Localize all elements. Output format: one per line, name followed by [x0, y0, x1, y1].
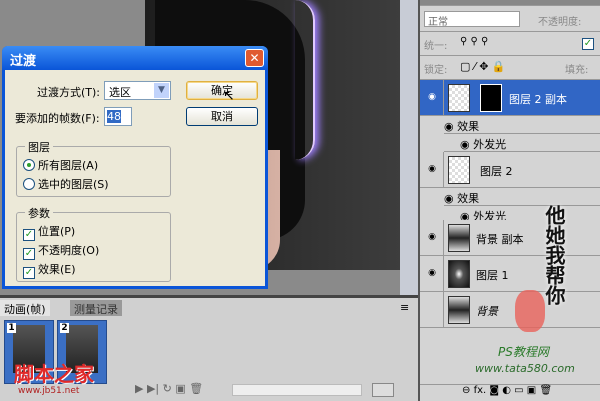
layer-name: 背景 副本 — [476, 233, 524, 246]
fill-label: 填充: — [565, 65, 589, 76]
propagate-checkbox[interactable]: ✓ — [582, 38, 594, 50]
layer-mask-thumbnail — [480, 84, 502, 112]
eye-icon[interactable]: ◉ — [444, 192, 457, 205]
unify-icons[interactable]: ⚲ ⚲ ⚲ — [460, 36, 488, 47]
group-title: 图层 — [25, 139, 53, 155]
canvas-scrollbar[interactable] — [400, 0, 418, 295]
eye-icon[interactable]: ◉ — [460, 138, 473, 151]
watermark-site: PS教程网 — [498, 345, 549, 359]
frames-scrollbar[interactable] — [232, 384, 362, 396]
close-icon[interactable]: ✕ — [245, 49, 264, 67]
watermark-jb51: 脚本之家 — [14, 362, 94, 386]
layer-name: 图层 2 副本 — [509, 93, 567, 106]
checkbox-opacity[interactable]: ✓ 不透明度(O) — [23, 242, 99, 260]
layer-thumbnail — [448, 260, 470, 288]
new-layer-icon[interactable]: ▣ — [527, 385, 540, 396]
radio-selected-layers[interactable]: 选中的图层(S) — [23, 176, 109, 192]
cancel-button[interactable]: 取消 — [186, 107, 258, 126]
blend-mode-select[interactable]: 正常 — [424, 11, 520, 28]
frames-to-add-label: 要添加的帧数(F): — [15, 112, 100, 125]
mask-icon[interactable]: ◙ — [489, 385, 502, 396]
effects-row[interactable]: ◉ 效果 — [444, 188, 600, 206]
blend-row: 正常 不透明度: — [420, 6, 600, 32]
eye-icon[interactable]: ◉ — [426, 92, 438, 102]
layer-thumbnail — [448, 156, 470, 184]
layer-row[interactable]: ◉ 图层 1 — [420, 256, 600, 292]
effects-row[interactable]: ◉ 效果 — [444, 116, 600, 134]
layers-panel: 正常 不透明度: 统一: ⚲ ⚲ ⚲ ✓ 锁定: ▢ ⁄ ✥ 🔒 填充: ◉ 图… — [418, 0, 600, 401]
layer-thumbnail — [448, 224, 470, 252]
panel-menu-icon[interactable]: ≡ — [400, 301, 409, 314]
layer-row[interactable]: ◉ 图层 2 — [420, 152, 600, 188]
dialog-titlebar: 过渡 ✕ — [2, 46, 268, 70]
frames-to-add-input[interactable]: 48 — [104, 107, 132, 126]
eye-icon[interactable]: ◉ — [426, 232, 438, 242]
watermark-handwriting: 他她我帮你 — [542, 205, 566, 305]
group-title: 参数 — [25, 205, 53, 221]
lock-label: 锁定: — [424, 65, 448, 76]
layer-name: 图层 2 — [480, 165, 513, 178]
eye-icon[interactable]: ◉ — [426, 268, 438, 278]
eye-icon[interactable]: ◉ — [426, 164, 438, 174]
effect-label: 外发光 — [473, 138, 507, 151]
tween-method-select[interactable]: 选区 ▼ — [104, 81, 171, 100]
eye-icon[interactable]: ◉ — [444, 120, 457, 133]
chevron-down-icon[interactable]: ▼ — [154, 83, 169, 98]
unify-label: 统一: — [424, 41, 448, 52]
layer-name: 图层 1 — [476, 269, 509, 282]
link-icon[interactable]: ⊖ — [462, 385, 474, 396]
mouse-cursor-icon: ↖ — [223, 88, 235, 104]
layer-name: 背景 — [476, 305, 498, 318]
playback-controls[interactable]: ▶ ▶| ↻ ▣ 🗑 — [135, 382, 203, 395]
layer-thumbnail — [448, 296, 470, 324]
layers-group: 图层 所有图层(A) 选中的图层(S) — [16, 139, 171, 197]
animation-panel: 动画(帧) 测量记录 ≡ 1 2 脚本之家 www.jb51.net ▶ ▶| … — [0, 295, 418, 401]
checkbox-position[interactable]: ✓ 位置(P) — [23, 223, 75, 241]
watermark-url: www.tata580.com — [475, 362, 575, 375]
layer-row[interactable]: 背景 — [420, 292, 600, 328]
adjustment-icon[interactable]: ◐ — [502, 385, 514, 396]
effect-outer-glow[interactable]: ◉ 外发光 — [444, 134, 600, 152]
trash-icon[interactable]: 🗑 — [539, 385, 552, 396]
layer-row[interactable]: ◉ 背景 副本 — [420, 220, 600, 256]
fx-icon[interactable]: fx. — [474, 385, 490, 396]
layer-row[interactable]: ◉ 图层 2 副本 — [420, 80, 600, 116]
glow-stroke — [295, 0, 315, 160]
checkbox-effects[interactable]: ✓ 效果(E) — [23, 261, 76, 279]
effects-label: 效果 — [457, 120, 480, 133]
effects-label: 效果 — [457, 192, 480, 205]
tween-dialog: 过渡 ✕ 过渡方式(T): 选区 ▼ 要添加的帧数(F): 48 确定 取消 图… — [2, 46, 268, 289]
seal-stamp — [515, 290, 545, 332]
layer-thumbnail — [448, 84, 470, 112]
opacity-label: 不透明度: — [538, 17, 582, 28]
group-icon[interactable]: ▭ — [514, 385, 527, 396]
tab-animation[interactable]: 动画(帧) — [0, 300, 50, 316]
lock-row: 锁定: ▢ ⁄ ✥ 🔒 填充: — [420, 56, 600, 80]
ok-button[interactable]: 确定 — [186, 81, 258, 100]
tab-measurement-log[interactable]: 测量记录 — [70, 300, 122, 316]
watermark-jb51-url: www.jb51.net — [18, 386, 80, 396]
tween-method-value: 选区 — [109, 86, 131, 99]
unify-row: 统一: ⚲ ⚲ ⚲ ✓ — [420, 32, 600, 56]
timeline-toggle-icon[interactable] — [372, 383, 394, 397]
radio-all-layers[interactable]: 所有图层(A) — [23, 157, 98, 173]
layers-toolbar: ⊖ fx. ◙ ◐ ▭ ▣ 🗑 — [420, 384, 600, 401]
dialog-title: 过渡 — [10, 54, 37, 69]
tween-method-label: 过渡方式(T): — [37, 86, 101, 99]
lock-icons[interactable]: ▢ ⁄ ✥ 🔒 — [460, 60, 506, 73]
parameters-group: 参数 ✓ 位置(P) ✓ 不透明度(O) ✓ 效果(E) — [16, 205, 171, 282]
